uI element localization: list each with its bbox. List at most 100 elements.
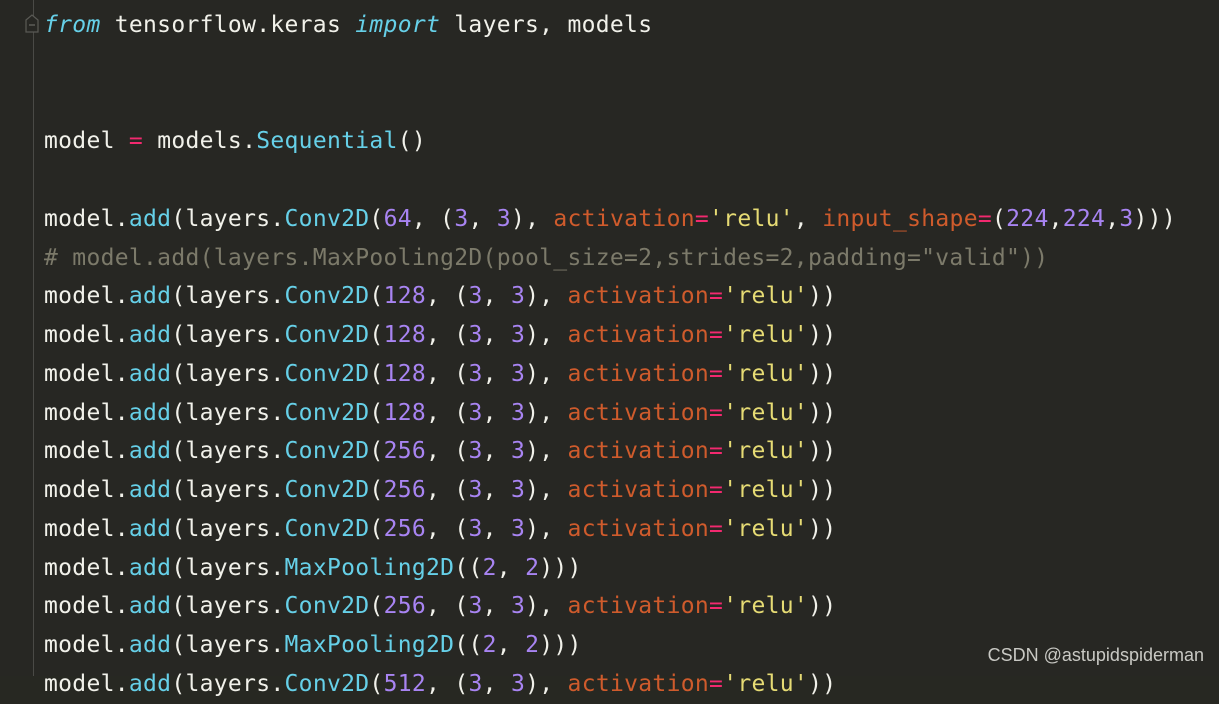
code-token: model. — [44, 322, 129, 348]
code-token: 3 — [510, 438, 526, 465]
code-token: model. — [44, 283, 129, 310]
code-line[interactable]: from tensorflow.keras import layers, mod… — [44, 6, 1176, 45]
code-token: (layers. — [171, 515, 285, 542]
code-token: (layers. — [171, 360, 285, 387]
code-token: add — [128, 670, 172, 697]
code-token: activation — [567, 399, 710, 426]
code-token: = — [709, 438, 724, 465]
code-token: model. — [44, 632, 129, 658]
code-token: = — [709, 515, 724, 542]
code-token: 3 — [1119, 205, 1134, 232]
code-token: , — [496, 554, 526, 581]
code-token: ( — [369, 438, 384, 465]
code-token: import — [355, 12, 441, 38]
code-token: model — [44, 128, 129, 155]
code-token: MaxPooling2D — [284, 554, 455, 581]
code-token: 3 — [468, 360, 483, 387]
code-line[interactable]: model.add(layers.Conv2D(256, (3, 3), act… — [44, 432, 1176, 471]
code-token: model. — [44, 554, 129, 581]
code-token: Sequential — [256, 128, 398, 155]
code-token: , — [482, 593, 511, 620]
code-token: 3 — [510, 515, 526, 542]
code-token: , ( — [426, 399, 469, 426]
code-token: (layers. — [171, 593, 285, 620]
code-token: )) — [808, 438, 837, 465]
code-token: 3 — [510, 477, 526, 503]
code-token: activation — [567, 322, 710, 348]
code-token: tensorflow.keras — [100, 12, 356, 38]
code-token: = — [709, 670, 724, 697]
code-token: , ( — [426, 593, 469, 620]
code-token: 128 — [383, 360, 427, 387]
code-token: 128 — [383, 283, 427, 310]
code-line[interactable]: model.add(layers.Conv2D(128, (3, 3), act… — [44, 394, 1176, 433]
code-token: 'relu' — [723, 515, 809, 542]
code-token: Conv2D — [284, 360, 370, 387]
code-line[interactable]: model.add(layers.Conv2D(64, (3, 3), acti… — [44, 200, 1176, 239]
code-token: 'relu' — [723, 399, 809, 426]
code-token: 3 — [510, 360, 526, 387]
code-line[interactable]: model.add(layers.Conv2D(128, (3, 3), act… — [44, 277, 1176, 316]
code-line[interactable]: model.add(layers.Conv2D(128, (3, 3), act… — [44, 355, 1176, 394]
code-line[interactable]: model.add(layers.Conv2D(256, (3, 3), act… — [44, 587, 1176, 626]
code-token: )) — [808, 593, 837, 620]
code-token: )) — [808, 515, 837, 542]
code-token: ), — [525, 399, 568, 426]
code-token: 3 — [468, 283, 483, 310]
code-editor[interactable]: from tensorflow.keras import layers, mod… — [0, 0, 1219, 697]
code-token: model. — [44, 477, 129, 503]
code-token: Conv2D — [284, 670, 370, 697]
code-token: , — [468, 205, 497, 232]
code-token: 2 — [482, 632, 497, 658]
code-line[interactable]: model.add(layers.MaxPooling2D((2, 2))) — [44, 549, 1176, 588]
code-token: (layers. — [171, 554, 285, 581]
code-line[interactable]: model.add(layers.Conv2D(256, (3, 3), act… — [44, 471, 1176, 510]
code-token: ( — [369, 670, 384, 697]
code-token: ( — [369, 477, 384, 503]
code-token: 'relu' — [723, 438, 809, 465]
code-token: 'relu' — [723, 477, 809, 503]
code-token: Conv2D — [284, 477, 370, 503]
code-content[interactable]: from tensorflow.keras import layers, mod… — [44, 6, 1176, 704]
code-token: ))) — [1133, 205, 1176, 232]
code-token: (( — [454, 554, 483, 581]
code-token: (layers. — [171, 670, 285, 697]
code-token: Conv2D — [284, 322, 370, 348]
code-line[interactable]: # model.add(layers.MaxPooling2D(pool_siz… — [44, 239, 1176, 278]
code-line[interactable]: model.add(layers.Conv2D(128, (3, 3), act… — [44, 316, 1176, 355]
code-token: model. — [44, 515, 129, 542]
code-token: input_shape — [822, 205, 978, 232]
code-token: model. — [44, 593, 129, 620]
code-line[interactable]: model = models.Sequential() — [44, 122, 1176, 161]
code-token: (layers. — [171, 477, 285, 503]
fold-collapse-icon[interactable] — [25, 14, 39, 33]
code-token: 2 — [525, 554, 540, 581]
code-token: (layers. — [171, 399, 285, 426]
code-token: = — [709, 283, 724, 310]
code-line[interactable]: model.add(layers.Conv2D(512, (3, 3), act… — [44, 665, 1176, 704]
code-token: model. — [44, 360, 129, 387]
code-line[interactable]: model.add(layers.Conv2D(256, (3, 3), act… — [44, 510, 1176, 549]
code-token: = — [128, 128, 144, 155]
code-token: (layers. — [171, 322, 285, 348]
code-token: ( — [369, 205, 384, 232]
code-token: 256 — [383, 593, 427, 620]
code-token: 3 — [496, 205, 511, 232]
code-token: MaxPooling2D — [284, 632, 455, 658]
code-token: 'relu' — [723, 360, 809, 387]
code-token: ))) — [539, 554, 582, 581]
code-token: # model.add(layers.MaxPooling2D(pool_siz… — [44, 244, 1049, 271]
code-token: , — [1105, 205, 1120, 232]
code-token: )) — [808, 283, 837, 310]
code-line[interactable] — [44, 45, 1176, 84]
code-token: 3 — [468, 515, 483, 542]
code-token: activation — [567, 515, 710, 542]
code-token: activation — [567, 670, 710, 697]
code-token: , ( — [411, 205, 455, 232]
code-token: 3 — [468, 438, 483, 465]
code-token: , — [482, 477, 511, 503]
code-line[interactable] — [44, 161, 1176, 200]
code-token: ), — [525, 477, 568, 503]
code-token: 3 — [510, 593, 526, 620]
code-line[interactable] — [44, 84, 1176, 123]
